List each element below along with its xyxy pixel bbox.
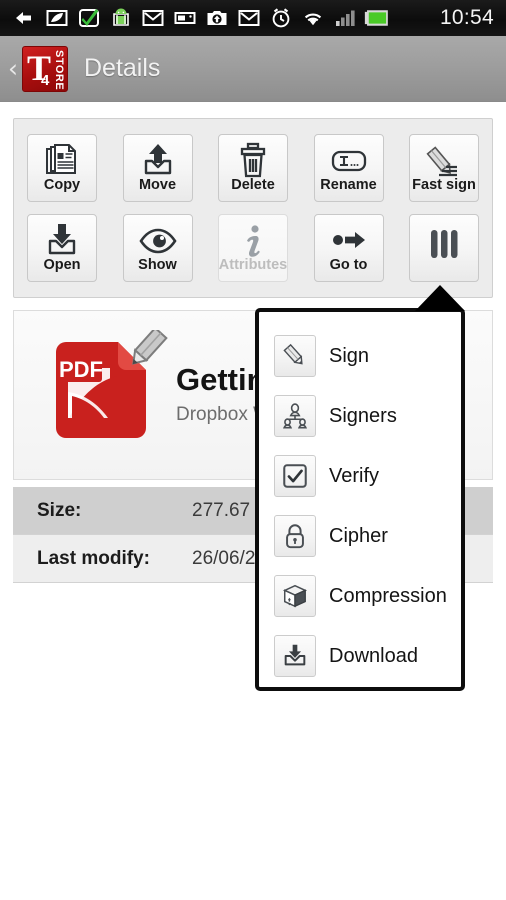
status-bar-icons <box>12 6 440 30</box>
camera-upload-icon <box>207 11 227 25</box>
move-button[interactable]: Move <box>122 134 193 202</box>
sd-card-icon <box>174 12 196 24</box>
svg-text:PDF: PDF <box>59 357 103 382</box>
info-icon <box>247 225 260 257</box>
fast-sign-button[interactable]: Fast sign <box>409 134 479 202</box>
move-button-label: Move <box>138 177 177 193</box>
gmail-icon-2 <box>238 10 260 26</box>
file-icon-wrapper: PDF <box>38 326 168 460</box>
menu-item-download-icon-button[interactable] <box>274 635 316 677</box>
attributes-button-label: Attributes <box>218 257 288 273</box>
menu-item-verify[interactable]: Verify <box>259 446 461 506</box>
toolbar-row-2: Open Show Attributes Go to <box>14 202 492 282</box>
status-bar-clock: 10:54 <box>439 6 494 29</box>
menu-item-download-label: Download <box>329 644 418 667</box>
toolbar-row-1: Copy Move Delete Rename Fast sign <box>14 119 492 202</box>
pencil-icon <box>283 343 303 365</box>
lock-icon <box>286 524 304 549</box>
menu-item-cipher-icon-button[interactable] <box>274 515 316 557</box>
menu-item-verify-icon-button[interactable] <box>274 455 316 497</box>
status-bar: 10:54 <box>0 0 506 36</box>
battery-icon <box>364 10 388 26</box>
goto-arrow-icon <box>332 232 365 248</box>
rename-icon <box>331 150 366 172</box>
pdf-file-signed-icon: PDF <box>56 326 168 438</box>
app-logo-word: STORE <box>53 49 65 90</box>
action-toolbar-panel: Copy Move Delete Rename Fast sign Open S… <box>13 118 493 298</box>
rename-button-label: Rename <box>320 177 377 193</box>
rename-button[interactable]: Rename <box>313 134 384 202</box>
menu-item-cipher-label: Cipher <box>329 524 388 547</box>
trash-icon <box>240 142 266 178</box>
goto-button-label: Go to <box>329 257 368 273</box>
checkbox-checked-icon <box>283 464 307 488</box>
delete-button-label: Delete <box>231 177 275 193</box>
more-options-popup-menu: Sign Signers Verify Cipher Compression D… <box>255 308 465 691</box>
checkmark-note-icon <box>79 9 99 27</box>
cell-signal-icon <box>336 10 355 26</box>
wifi-icon <box>304 13 322 26</box>
menu-item-cipher[interactable]: Cipher <box>259 506 461 566</box>
menu-item-sign-icon-button[interactable] <box>274 335 316 377</box>
leaf-note-icon <box>46 10 68 26</box>
move-icon <box>144 144 171 175</box>
fast-sign-icon <box>426 146 457 177</box>
show-button[interactable]: Show <box>122 214 193 282</box>
detail-key: Size: <box>37 499 82 521</box>
eye-icon <box>138 228 177 254</box>
gmail-icon <box>142 10 164 26</box>
menu-item-signers[interactable]: Signers <box>259 386 461 446</box>
menu-item-sign-label: Sign <box>329 344 370 367</box>
delete-button[interactable]: Delete <box>218 134 288 202</box>
more-options-button[interactable] <box>409 214 479 282</box>
attributes-button[interactable]: Attributes <box>218 214 288 282</box>
copy-button-label: Copy <box>43 177 81 193</box>
copy-button[interactable]: Copy <box>27 134 97 202</box>
android-robot-icon <box>113 8 129 26</box>
package-box-icon <box>282 584 308 608</box>
alarm-clock-icon <box>272 8 290 28</box>
detail-key: Last modify: <box>37 547 150 569</box>
open-button[interactable]: Open <box>27 214 97 282</box>
fast-sign-button-label: Fast sign <box>412 177 476 193</box>
menu-item-signers-icon-button[interactable] <box>274 395 316 437</box>
show-button-label: Show <box>138 257 177 273</box>
menu-item-download[interactable]: Download <box>259 626 461 686</box>
action-bar: ‹ T STORE 4 Details <box>0 36 506 102</box>
open-button-label: Open <box>43 257 81 273</box>
menu-item-sign[interactable]: Sign <box>259 326 461 386</box>
menu-item-signers-label: Signers <box>329 404 397 427</box>
menu-item-compression-icon-button[interactable] <box>274 575 316 617</box>
signers-group-icon <box>283 403 307 429</box>
menu-item-verify-label: Verify <box>329 464 380 487</box>
app-logo-digit: 4 <box>41 71 50 89</box>
app-logo[interactable]: T STORE 4 <box>22 45 68 92</box>
copy-icon <box>46 144 76 174</box>
back-arrow-icon <box>16 12 31 24</box>
open-icon <box>48 224 76 255</box>
more-bars-icon <box>431 230 458 258</box>
page-title: Details <box>84 54 161 82</box>
back-chevron-icon[interactable]: ‹ <box>6 56 22 81</box>
download-tray-icon <box>284 644 306 666</box>
popup-arrow-icon <box>415 285 465 311</box>
menu-item-compression-label: Compression <box>329 584 447 607</box>
goto-button[interactable]: Go to <box>313 214 384 282</box>
menu-item-compression[interactable]: Compression <box>259 566 461 626</box>
